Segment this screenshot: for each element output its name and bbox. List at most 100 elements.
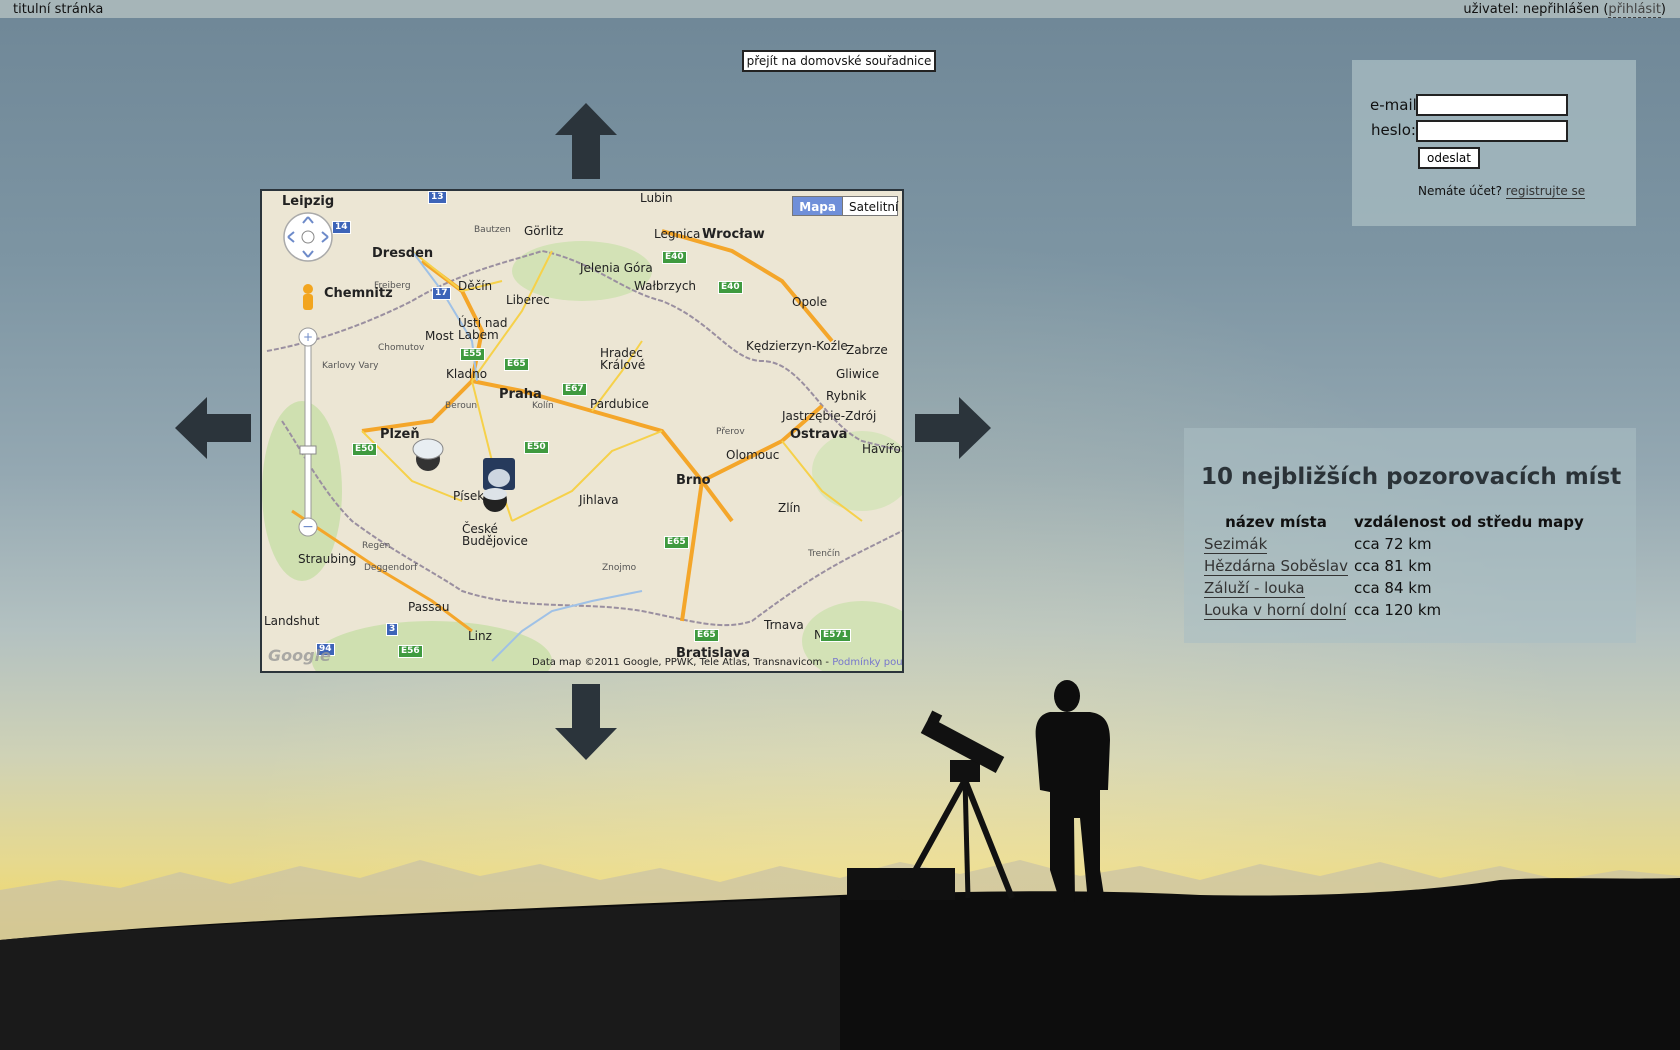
map-city-label: Děčín: [458, 279, 493, 293]
street-view-pegman-icon[interactable]: [297, 283, 319, 317]
nearest-places-panel: 10 nejbližších pozorovacích míst název m…: [1184, 428, 1636, 643]
map-city-label: Brno: [676, 473, 711, 488]
map-city-label: Gliwice: [836, 367, 880, 381]
map-city-label: Bautzen: [474, 225, 511, 235]
nearest-places-table: název místa vzdálenost od středu mapy Se…: [1201, 513, 1587, 621]
place-link[interactable]: Louka v horní dolní: [1204, 601, 1347, 620]
home-coordinates-button[interactable]: přejít na domovské souřadnice: [742, 50, 936, 72]
svg-text:−: −: [302, 519, 314, 535]
map-city-label: Lubin: [640, 191, 673, 205]
map-city-label: Ústí nad Labem: [458, 316, 508, 342]
pan-right-arrow[interactable]: [915, 397, 991, 459]
map-city-label: Pardubice: [590, 397, 649, 411]
table-row: Záluží - louka cca 84 km: [1201, 577, 1587, 599]
map-city-label: Most: [425, 329, 454, 343]
map-city-label: Karlovy Vary: [322, 361, 379, 371]
table-row: Hězdárna Soběslav cca 81 km: [1201, 555, 1587, 577]
table-header-row: název místa vzdálenost od středu mapy: [1201, 513, 1587, 533]
user-status-suffix: ): [1660, 2, 1666, 17]
map-city-label: Hradec Králové: [600, 346, 646, 372]
table-row: Louka v horní dolní cca 120 km: [1201, 599, 1587, 621]
map-city-label: Kędzierzyn-Koźle: [746, 339, 848, 353]
map-city-label: Beroun: [445, 401, 478, 411]
map-city-label: Legnica: [654, 227, 701, 241]
map-city-label: Freiberg: [374, 281, 411, 291]
pan-control[interactable]: [282, 211, 334, 263]
password-field[interactable]: [1416, 120, 1568, 142]
road-shield: E40: [662, 251, 687, 264]
login-link[interactable]: přihlásit: [1608, 2, 1661, 18]
road-shield: E65: [664, 536, 689, 549]
place-distance: cca 84 km: [1353, 579, 1432, 597]
map-city-label: Přerov: [716, 427, 745, 437]
road-shield: E67: [562, 383, 587, 396]
observatory-marker-icon[interactable]: [410, 433, 450, 473]
map-city-label: Havířov: [862, 442, 904, 456]
pan-up-arrow[interactable]: [555, 103, 617, 179]
map-city-label: Dresden: [372, 246, 434, 261]
map-type-map-button[interactable]: Mapa: [792, 196, 843, 216]
column-header-name: název místa: [1225, 513, 1327, 531]
register-prompt: Nemáte účet? registrujte se: [1418, 184, 1586, 199]
map-city-label: Wałbrzych: [634, 279, 697, 293]
map-city-label: Passau: [408, 600, 450, 614]
road-shield: E65: [504, 358, 529, 371]
zoom-slider[interactable]: + −: [296, 327, 320, 537]
map-city-label: Olomouc: [726, 448, 780, 462]
place-link[interactable]: Záluží - louka: [1204, 579, 1305, 598]
observatory-marker-icon[interactable]: [477, 458, 521, 514]
road-shield: E50: [524, 441, 549, 454]
map-city-label: Jastrzębie-Zdrój: [782, 409, 877, 423]
map-city-label: Regen: [362, 541, 391, 551]
road-shield: E55: [460, 348, 485, 361]
map-city-label: Znojmo: [602, 563, 637, 573]
map-city-label: Trenčín: [808, 549, 841, 559]
email-label: e-mail: [1370, 96, 1417, 114]
road-shield: 13: [428, 191, 447, 204]
map-type-satellite-button[interactable]: Satelitní: [842, 196, 898, 216]
map-city-label: Zlín: [778, 501, 801, 515]
map-city-label: Chomutov: [378, 343, 425, 353]
user-status: uživatel: nepřihlášen (přihlásit): [1463, 2, 1666, 18]
map-city-label: Leipzig: [282, 194, 335, 209]
map[interactable]: Leipzig Dresden Chemnitz Görlitz Lubin W…: [260, 189, 904, 673]
map-city-label: Praha: [499, 387, 542, 402]
login-panel: e-mail heslo: odeslat Nemáte účet? regis…: [1352, 60, 1636, 226]
email-field[interactable]: [1416, 94, 1568, 116]
pan-left-arrow[interactable]: [175, 397, 251, 459]
place-link[interactable]: Sezimák: [1204, 535, 1268, 554]
map-city-label: Rybnik: [826, 389, 867, 403]
map-city-label: Zabrze: [846, 343, 888, 357]
map-city-label: Liberec: [506, 293, 550, 307]
place-distance: cca 81 km: [1353, 557, 1432, 575]
place-distance: cca 72 km: [1353, 535, 1432, 553]
place-distance: cca 120 km: [1353, 601, 1442, 619]
svg-text:+: +: [303, 330, 313, 344]
register-link[interactable]: registrujte se: [1505, 184, 1586, 199]
column-header-distance: vzdálenost od středu mapy: [1353, 513, 1584, 531]
map-city-label: Kolín: [532, 401, 554, 411]
map-city-label: Görlitz: [524, 224, 564, 238]
map-city-label: Straubing: [298, 552, 357, 566]
map-city-label: Jihlava: [579, 493, 619, 507]
user-status-label: uživatel: nepřihlášen (: [1463, 2, 1609, 17]
road-shield: E50: [352, 443, 377, 456]
login-submit-button[interactable]: odeslat: [1418, 147, 1480, 169]
map-city-label: Deggendorf: [364, 563, 418, 573]
map-city-label: Jelenia Góra: [580, 261, 653, 275]
place-link[interactable]: Hězdárna Soběslav: [1204, 557, 1348, 576]
landscape-silhouette: [0, 680, 1680, 1050]
register-prompt-text: Nemáte účet?: [1418, 184, 1506, 198]
map-city-label: Ostrava: [790, 427, 848, 442]
map-city-label: Wrocław: [702, 227, 765, 242]
road-shield: E40: [718, 281, 743, 294]
map-city-label: Opole: [792, 295, 828, 309]
top-bar: titulní stránka uživatel: nepřihlášen (p…: [0, 0, 1680, 18]
map-city-label: Kladno: [446, 367, 488, 381]
password-label: heslo:: [1371, 121, 1416, 139]
map-city-label: Trnava: [764, 618, 804, 632]
road-shield: 17: [432, 287, 451, 300]
map-city-label: České Budějovice: [462, 522, 528, 548]
nearest-places-title: 10 nejbližších pozorovacích míst: [1201, 464, 1622, 490]
home-link[interactable]: titulní stránka: [13, 2, 103, 17]
